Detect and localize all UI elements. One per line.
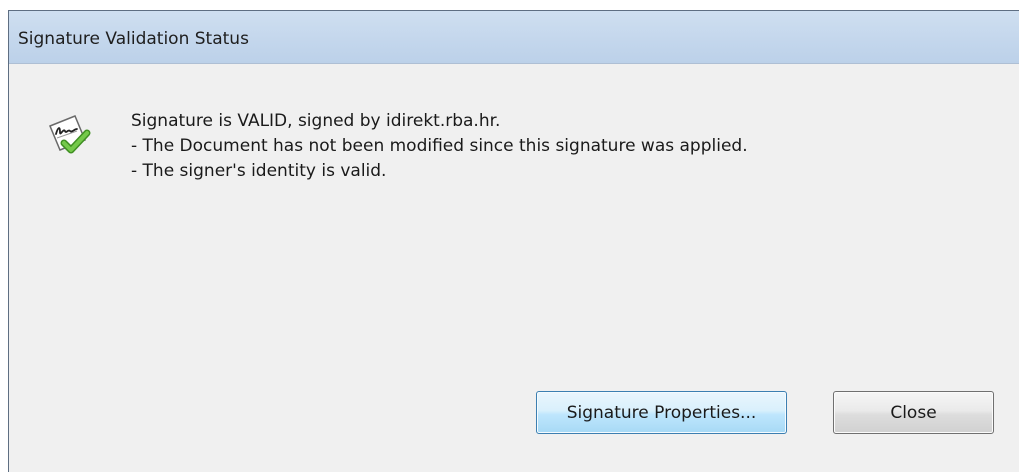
signature-properties-button[interactable]: Signature Properties... [536,391,787,434]
signature-valid-icon [47,112,93,158]
dialog-content: Signature is VALID, signed by idirekt.rb… [9,64,1019,472]
dialog-title: Signature Validation Status [18,29,249,49]
validation-summary: Signature is VALID, signed by idirekt.rb… [131,111,501,131]
validation-detail-modified: - The Document has not been modified sin… [131,136,748,156]
validation-detail-identity: - The signer's identity is valid. [131,161,387,181]
dialog-titlebar[interactable]: Signature Validation Status [9,11,1019,64]
close-button[interactable]: Close [833,391,994,434]
signature-validation-dialog: Signature Validation Status Signature is… [8,10,1019,472]
validation-messages: Signature is VALID, signed by idirekt.rb… [131,109,748,184]
